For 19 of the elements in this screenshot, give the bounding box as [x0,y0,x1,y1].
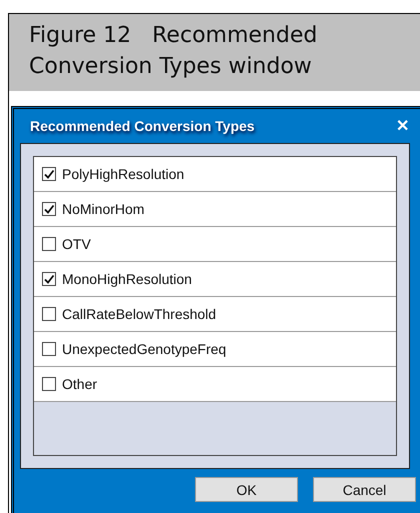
checkbox-label: NoMinorHom [62,201,144,217]
checkbox[interactable] [42,167,56,181]
checkbox[interactable] [42,202,56,216]
close-button[interactable]: ✕ [396,116,409,136]
checkbox[interactable] [42,342,56,356]
checkbox-label: OTV [62,236,91,252]
checkbox[interactable] [42,377,56,391]
checkbox-label: Other [62,376,98,392]
checkbox-label: UnexpectedGenotypeFreq [62,341,226,357]
ok-button[interactable]: OK [195,477,298,502]
figure-caption: Figure 12 Recommended Conversion Types window [29,22,318,81]
checkbox-label: CallRateBelowThreshold [62,306,216,322]
checkbox[interactable] [42,272,56,286]
window-title: Recommended Conversion Types [30,118,255,134]
checkbox[interactable] [42,237,56,251]
checkbox[interactable] [42,307,56,321]
checkbox-label: PolyHighResolution [62,166,184,182]
cancel-button[interactable]: Cancel [313,477,416,502]
checkbox-label: MonoHighResolution [62,271,192,287]
